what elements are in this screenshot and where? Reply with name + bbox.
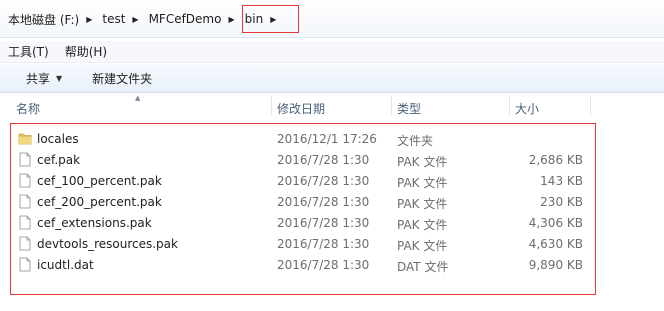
column-divider[interactable] — [509, 96, 510, 116]
share-button[interactable]: 共享 ▼ — [26, 70, 62, 87]
new-folder-button[interactable]: 新建文件夹 — [92, 70, 152, 87]
column-header-row: ▲ 名称 修改日期 类型 大小 — [0, 94, 664, 119]
share-button-label: 共享 — [26, 71, 51, 86]
column-name[interactable]: 名称 — [16, 100, 40, 117]
column-divider[interactable] — [590, 96, 591, 116]
breadcrumb-drive[interactable]: 本地磁盘 (F:) — [4, 11, 82, 28]
new-folder-label: 新建文件夹 — [92, 71, 153, 86]
command-bar: 共享 ▼ 新建文件夹 — [0, 64, 664, 93]
breadcrumb-test[interactable]: test — [98, 12, 128, 26]
chevron-right-icon[interactable]: ▶ — [82, 15, 98, 24]
menu-bar: 工具(T) 帮助(H) — [0, 41, 664, 63]
sort-ascending-icon: ▲ — [135, 94, 141, 102]
annotation-box-bin — [242, 5, 299, 33]
address-bar[interactable]: 本地磁盘 (F:) ▶ test ▶ MFCefDemo ▶ bin ▶ — [0, 0, 664, 38]
annotation-box-files — [10, 123, 596, 295]
caret-down-icon: ▼ — [56, 73, 63, 83]
column-divider[interactable] — [271, 96, 272, 116]
breadcrumb: 本地磁盘 (F:) ▶ test ▶ MFCefDemo ▶ bin ▶ — [4, 9, 282, 29]
column-size[interactable]: 大小 — [515, 100, 539, 117]
breadcrumb-mfcefdemo[interactable]: MFCefDemo — [145, 12, 225, 26]
column-divider[interactable] — [391, 96, 392, 116]
column-date[interactable]: 修改日期 — [277, 100, 325, 117]
chevron-right-icon[interactable]: ▶ — [128, 15, 144, 24]
chevron-right-icon[interactable]: ▶ — [224, 15, 240, 24]
column-type[interactable]: 类型 — [397, 100, 421, 117]
menu-tools[interactable]: 工具(T) — [8, 43, 49, 60]
menu-help[interactable]: 帮助(H) — [65, 43, 107, 60]
